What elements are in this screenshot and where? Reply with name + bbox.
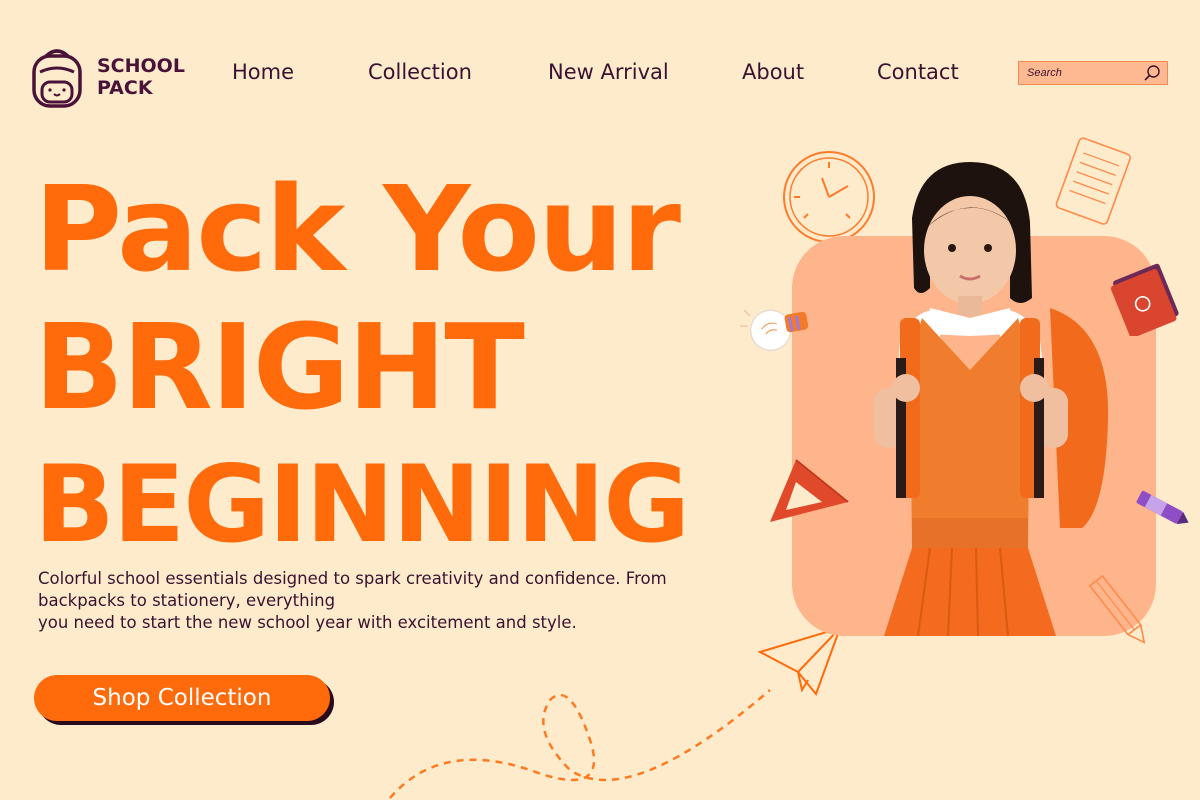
hero-title-line1: Pack Your: [34, 160, 681, 298]
pencil-icon: [1088, 574, 1146, 644]
nav-new-arrival[interactable]: New Arrival: [548, 60, 669, 84]
dashed-path-decoration: [389, 689, 771, 799]
books-icon: [1110, 263, 1179, 336]
crayon-icon: [1136, 490, 1189, 525]
nav-contact[interactable]: Contact: [877, 60, 959, 84]
shop-collection-button[interactable]: Shop Collection: [34, 675, 330, 721]
hero-title-line2: BRIGHT: [34, 298, 525, 436]
nav-collection[interactable]: Collection: [368, 60, 472, 84]
child-with-backpack-image: [874, 162, 1109, 636]
search-box: [1018, 61, 1168, 85]
nav-home[interactable]: Home: [232, 60, 294, 84]
hero-desc-line1: Colorful school essentials designed to s…: [38, 569, 667, 588]
hero-title-line3: BEGINNING: [34, 443, 690, 566]
search-input[interactable]: [1027, 67, 1137, 79]
light-bulb-icon: [740, 309, 809, 352]
nav-about[interactable]: About: [742, 60, 804, 84]
hero-desc-line2: backpacks to stationery, everything: [38, 591, 336, 610]
search-icon[interactable]: [1143, 64, 1161, 82]
hero-title: Pack Your BRIGHT BEGINNING: [34, 160, 754, 574]
set-square-icon: [770, 459, 849, 522]
paper-plane-icon: [757, 626, 842, 696]
hero-desc-line3: you need to start the new school year wi…: [38, 613, 577, 632]
hero-description: Colorful school essentials designed to s…: [38, 568, 738, 634]
